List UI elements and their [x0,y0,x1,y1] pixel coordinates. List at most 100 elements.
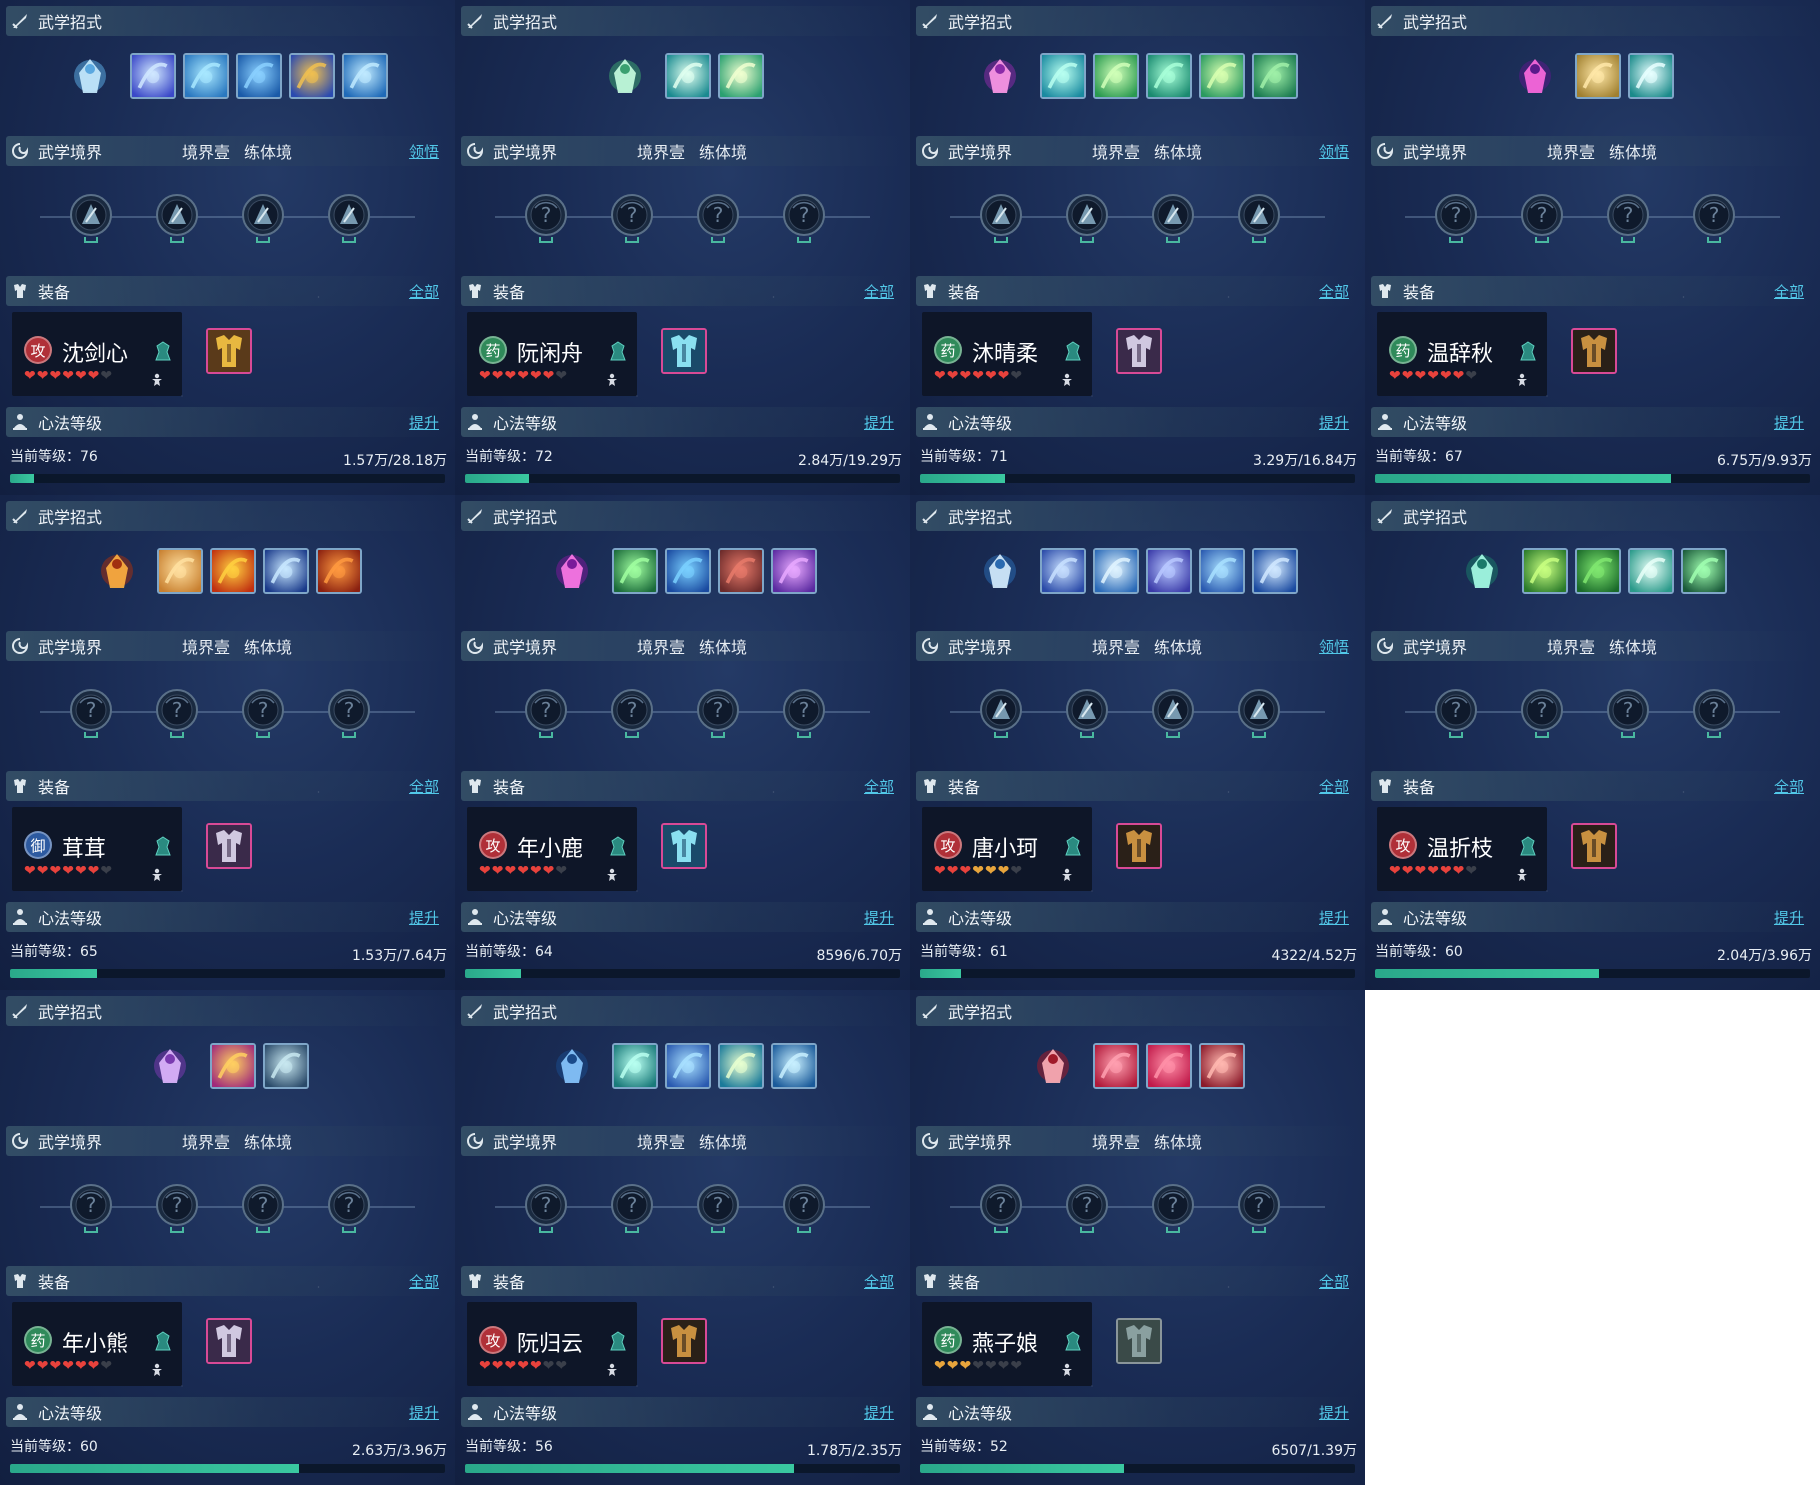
character-card[interactable]: 药 年小熊 ❤❤❤❤❤❤❤ [12,1302,182,1386]
realm-node-locked-icon[interactable]: ? [1236,1182,1282,1236]
skill-icon-green-dragon[interactable] [1252,53,1298,99]
equip-all-link[interactable]: 全部 [1319,281,1349,302]
skill-icon-green-vortex[interactable] [1146,53,1192,99]
character-card[interactable]: 药 燕子娘 ❤❤❤❤❤❤❤ [922,1302,1092,1386]
skill-icon-water-vortex[interactable] [183,53,229,99]
equip-all-link[interactable]: 全部 [409,1271,439,1292]
realm-node-locked-icon[interactable]: ? [1433,687,1479,741]
equip-all-link[interactable]: 全部 [1774,776,1804,797]
realm-node-locked-icon[interactable]: ? [240,687,286,741]
skill-icon-blue-swirl[interactable] [664,1043,711,1089]
character-card[interactable]: 攻 阮归云 ❤❤❤❤❤❤❤ [467,1302,637,1386]
skill-icon-red-sun[interactable] [209,548,256,594]
realm-node-locked-icon[interactable]: ? [68,1182,114,1236]
skill-icon-ripple[interactable] [1627,548,1674,594]
realm-node-locked-icon[interactable]: ? [695,1182,741,1236]
realm-node-lock-cross-icon[interactable] [1150,687,1196,741]
character-card[interactable]: 药 阮闲舟 ❤❤❤❤❤❤❤ [467,312,637,396]
skill-icon-spike-fish[interactable] [262,1043,309,1089]
skill-icon-yin-yang[interactable] [1680,548,1727,594]
heart-method-upgrade-link[interactable]: 提升 [864,412,894,433]
realm-node-locked-icon[interactable]: ? [154,687,200,741]
equip-all-link[interactable]: 全部 [409,776,439,797]
skill-icon-blue-swirl[interactable] [1199,548,1245,594]
realm-node-spear-icon[interactable] [326,192,372,246]
equipment-slot[interactable] [1571,823,1617,869]
character-card[interactable]: 药 温辞秋 ❤❤❤❤❤❤❤ [1377,312,1547,396]
realm-node-arrow-icon[interactable] [1064,687,1110,741]
equipment-slot[interactable] [661,823,707,869]
equipment-slot[interactable] [1116,1318,1162,1364]
realm-node-locked-icon[interactable]: ? [326,1182,372,1236]
character-portrait-icon[interactable] [1030,1043,1076,1089]
skill-icon-blue-crescent[interactable] [262,548,309,594]
character-card[interactable]: 攻 年小鹿 ❤❤❤❤❤❤❤ [467,807,637,891]
realm-node-locked-icon[interactable]: ? [1691,192,1737,246]
realm-node-locked-icon[interactable]: ? [609,192,655,246]
skill-icon-sun-disk[interactable] [1627,53,1674,99]
skill-icon-ice-bolt[interactable] [1093,548,1139,594]
equipment-slot[interactable] [1571,328,1617,374]
character-portrait-icon[interactable] [549,1043,595,1089]
skill-icon-violet-spirit[interactable] [770,548,817,594]
skill-icon-cyan-flower[interactable] [717,1043,764,1089]
skill-icon-leaf-swirl[interactable] [1093,53,1139,99]
character-portrait-icon[interactable] [602,53,648,99]
realm-node-hat-icon[interactable] [1150,192,1196,246]
heart-method-upgrade-link[interactable]: 提升 [1774,412,1804,433]
realm-node-crossbow-icon[interactable] [978,687,1024,741]
skill-icon-green-sword[interactable] [611,548,658,594]
realm-node-locked-icon[interactable]: ? [609,1182,655,1236]
equipment-slot[interactable] [1116,823,1162,869]
skill-icon-jade-swirl[interactable] [1199,53,1245,99]
character-portrait-icon[interactable] [67,53,113,99]
character-portrait-icon[interactable] [94,548,140,594]
skill-icon-butterfly-cup[interactable] [664,53,711,99]
skill-icon-golden-wings[interactable] [1574,53,1621,99]
equipment-slot[interactable] [206,823,252,869]
skill-icon-pink-eye[interactable] [209,1043,256,1089]
heart-method-upgrade-link[interactable]: 提升 [1319,1402,1349,1423]
character-portrait-icon[interactable] [1459,548,1505,594]
realm-node-locked-icon[interactable]: ? [68,687,114,741]
equipment-slot[interactable] [206,328,252,374]
skill-icon-bow-strike[interactable] [1146,548,1192,594]
skill-icon-sun-flower[interactable] [717,53,764,99]
equip-all-link[interactable]: 全部 [1319,1271,1349,1292]
realm-node-locked-icon[interactable]: ? [1605,192,1651,246]
realm-node-locked-icon[interactable]: ? [1150,1182,1196,1236]
equip-all-link[interactable]: 全部 [864,1271,894,1292]
realm-node-locked-icon[interactable]: ? [781,1182,827,1236]
heart-method-upgrade-link[interactable]: 提升 [864,1402,894,1423]
equip-all-link[interactable]: 全部 [1774,281,1804,302]
realm-node-locked-icon[interactable]: ? [1064,1182,1110,1236]
character-portrait-icon[interactable] [549,548,595,594]
heart-method-upgrade-link[interactable]: 提升 [409,412,439,433]
realm-node-locked-icon[interactable]: ? [1605,687,1651,741]
realm-node-altar-icon[interactable] [1236,192,1282,246]
realm-node-locked-icon[interactable]: ? [523,192,569,246]
realm-node-locked-icon[interactable]: ? [1433,192,1479,246]
heart-method-upgrade-link[interactable]: 提升 [1319,412,1349,433]
realm-node-locked-icon[interactable]: ? [154,1182,200,1236]
skill-icon-fire-whirl[interactable] [315,548,362,594]
heart-method-upgrade-link[interactable]: 提升 [1319,907,1349,928]
realm-node-locked-icon[interactable]: ? [523,1182,569,1236]
character-card[interactable]: 攻 沈剑心 ❤❤❤❤❤❤❤ [12,312,182,396]
skill-icon-crimson-warrior[interactable] [1199,1043,1245,1089]
equip-all-link[interactable]: 全部 [409,281,439,302]
realm-node-locked-icon[interactable]: ? [523,687,569,741]
equip-all-link[interactable]: 全部 [864,776,894,797]
realm-node-vortex-icon[interactable] [154,192,200,246]
character-portrait-icon[interactable] [977,548,1023,594]
skill-icon-aqua-wave[interactable] [770,1043,817,1089]
realm-node-locked-icon[interactable]: ? [781,192,827,246]
equip-all-link[interactable]: 全部 [1319,776,1349,797]
heart-method-upgrade-link[interactable]: 提升 [1774,907,1804,928]
realm-node-locked-icon[interactable]: ? [1519,687,1565,741]
skill-icon-teal-wave[interactable] [611,1043,658,1089]
character-card[interactable]: 御 茸茸 ❤❤❤❤❤❤❤ [12,807,182,891]
skill-icon-wave-dagger[interactable] [342,53,388,99]
realm-comprehend-link[interactable]: 领悟 [1319,141,1349,162]
realm-comprehend-link[interactable]: 领悟 [409,141,439,162]
